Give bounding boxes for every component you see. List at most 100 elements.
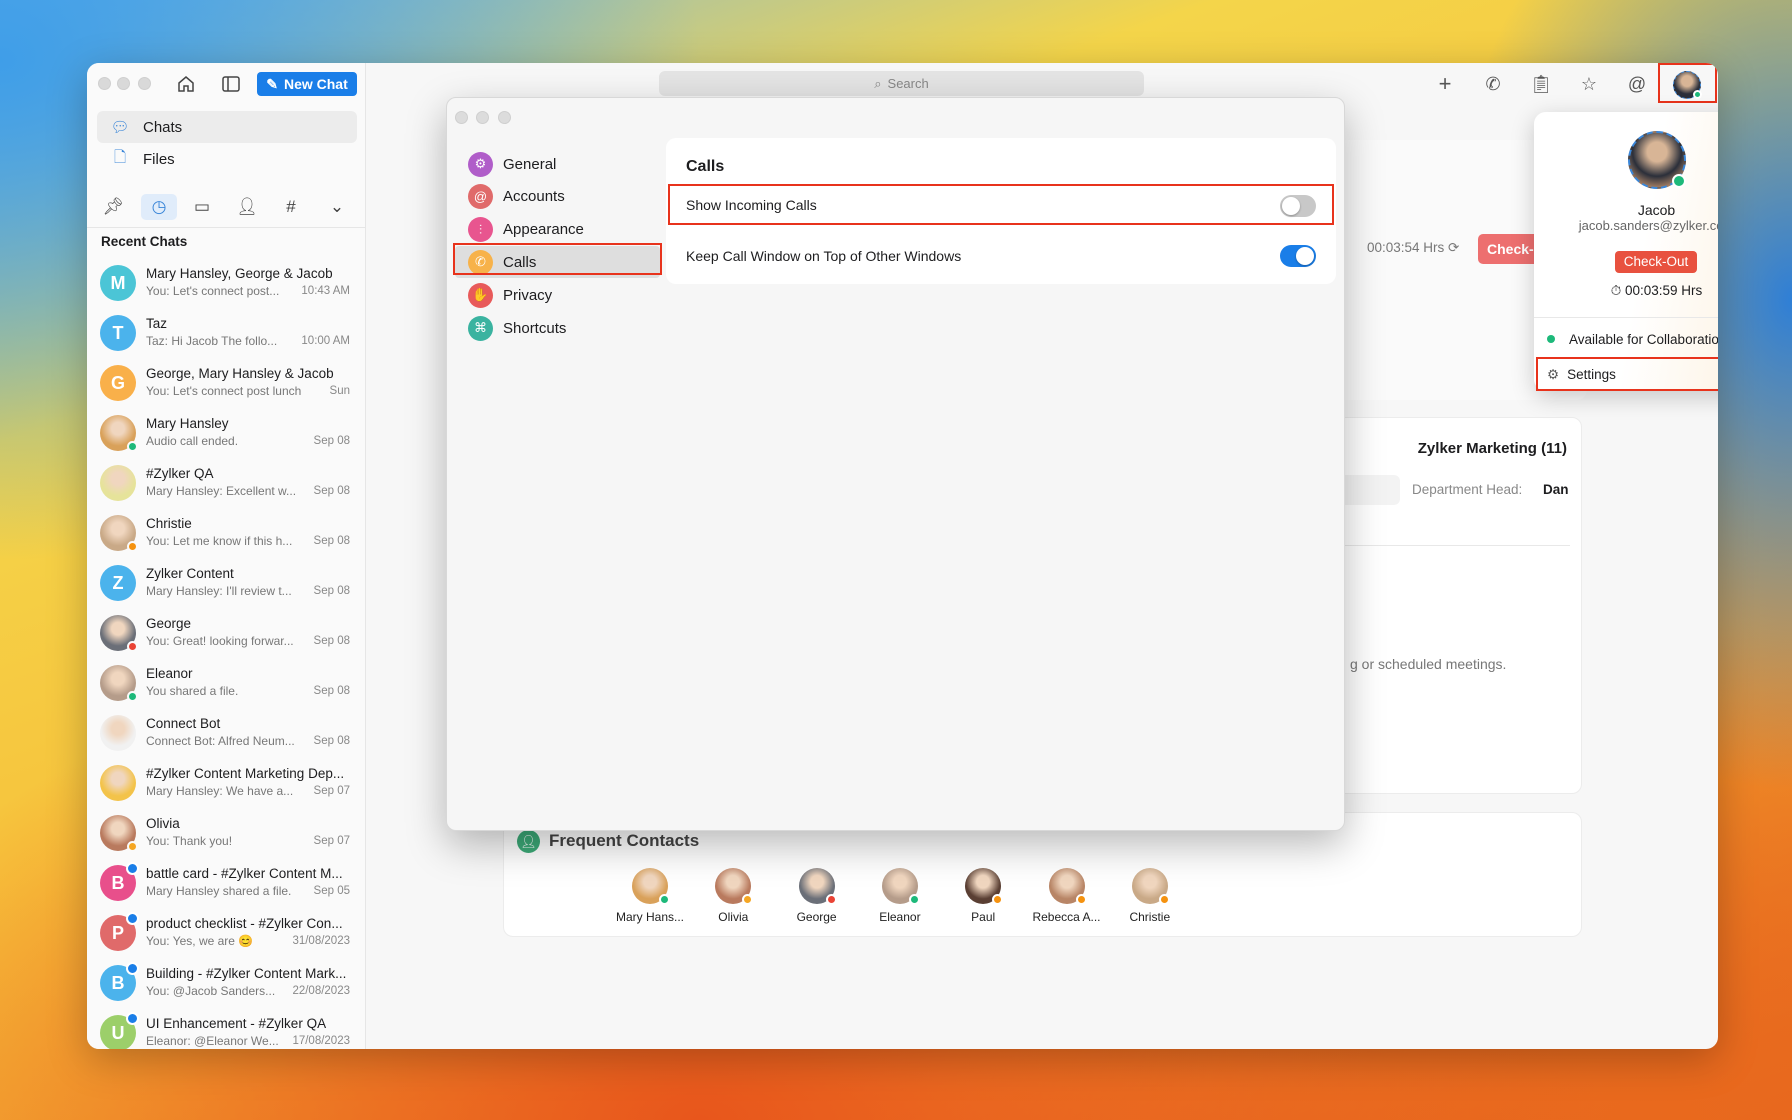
profile-check-out-button[interactable]: Check-Out (1615, 251, 1697, 273)
frequent-contact[interactable]: Rebecca A... (1022, 868, 1112, 924)
status-menu-item[interactable]: Available for Collaboration › (1534, 323, 1718, 355)
frequent-contact[interactable]: Christie (1105, 868, 1195, 924)
search-input[interactable]: ⌕ Search (659, 71, 1144, 96)
home-icon[interactable] (175, 73, 197, 95)
chat-list-item[interactable]: B Building - #Zylker Content Mark... You: … (87, 958, 366, 1008)
chat-list-item[interactable]: #Zylker QA Mary Hansley: Excellent w... Se… (87, 458, 366, 508)
chat-name: Building - #Zylker Content Mark... (146, 966, 347, 981)
settings-nav-label: General (503, 155, 557, 173)
chat-list-item[interactable]: Mary Hansley Audio call ended. Sep 08 (87, 408, 366, 458)
sidebar-toggle-icon[interactable] (220, 73, 242, 95)
chat-name: Olivia (146, 816, 180, 831)
chat-list-item[interactable]: G George, Mary Hansley & Jacob You: Let's … (87, 358, 366, 408)
settings-nav-general[interactable]: ⚙ General (455, 148, 660, 180)
search-placeholder: Search (887, 76, 929, 91)
chat-list-item[interactable]: M Mary Hansley, George & Jacob You: Let's … (87, 258, 366, 308)
chat-unread-icon[interactable]: ▭ (184, 194, 220, 220)
new-chat-button[interactable]: ✎ New Chat (257, 72, 357, 96)
status-dot (825, 894, 837, 905)
avatar (632, 868, 670, 905)
chat-time: Sep 08 (313, 485, 350, 497)
chat-name: Mary Hansley, George & Jacob (146, 266, 333, 281)
chat-time: Sun (329, 385, 350, 397)
chat-name: Zylker Content (146, 566, 234, 581)
status-dot (1075, 894, 1087, 905)
chat-preview: You: Thank you! (146, 834, 233, 848)
highlight-settings (1536, 357, 1718, 391)
star-icon[interactable]: ☆ (1578, 73, 1600, 95)
clipboard-clock-icon[interactable]: 📋︎ (1530, 73, 1553, 95)
chat-name: George, Mary Hansley & Jacob (146, 366, 334, 381)
sidebar-item-files[interactable]: 🗋 Files (97, 143, 357, 175)
clock-icon[interactable]: ◷ (141, 194, 177, 220)
more-chevron-icon[interactable]: ⌄ (319, 194, 355, 220)
frequent-contact[interactable]: Eleanor (855, 868, 945, 924)
chat-list-item[interactable]: #Zylker Content Marketing Dep... Mary Han… (87, 758, 366, 808)
chat-list-item[interactable]: Z Zylker Content Mary Hansley: I'll review… (87, 558, 366, 608)
chat-list-item[interactable]: T Taz Taz: Hi Jacob The follo... 10:00 AM (87, 308, 366, 358)
chat-list-item[interactable]: Connect Bot Connect Bot: Alfred Neum... Se… (87, 708, 366, 758)
chat-preview: Connect Bot: Alfred Neum... (146, 734, 295, 748)
settings-nav-label: Accounts (503, 188, 565, 206)
appearance-icon: ⫶ (468, 217, 493, 243)
avatar (1131, 868, 1170, 905)
chat-list-item[interactable]: Bbattle card - #Zylker Content M... Mary … (87, 858, 366, 908)
close-window-button[interactable] (98, 77, 111, 90)
sidebar-item-chats[interactable]: 💬︎ Chats (97, 111, 357, 143)
chat-preview: You shared a file. (146, 684, 239, 698)
chat-list-item[interactable]: U UI Enhancement - #Zylker QA Eleanor: @El… (87, 1008, 366, 1049)
settings-nav-shortcuts[interactable]: ⌘ Shortcuts (455, 312, 660, 344)
chat-list-item[interactable]: Olivia You: Thank you! Sep 07 (87, 808, 366, 858)
minimize-window-button[interactable] (476, 111, 489, 124)
avatar (715, 868, 754, 905)
avatar (100, 615, 138, 652)
keep-call-window-on-top-label: Keep Call Window on Top of Other Windows (686, 248, 962, 264)
attendance-timer: 00:03:54 Hrs ⟳ (1367, 240, 1460, 255)
chat-list-item[interactable]: Pproduct checklist - #Zylker Con... You: … (87, 908, 366, 958)
settings-nav-appearance[interactable]: ⫶ Appearance (455, 214, 660, 246)
zoom-window-button[interactable] (138, 77, 151, 90)
frequent-contact[interactable]: Paul (938, 868, 1028, 924)
chat-preview: You: Great! looking forwar... (146, 634, 294, 648)
settings-window: ⚙ General @ Accounts ⫶ Appearance ✆ Calls ✋ Priva… (446, 97, 1345, 831)
frequent-contact[interactable]: Olivia (688, 868, 778, 924)
chat-name: #Zylker Content Marketing Dep... (146, 766, 345, 781)
status-label: Available for Collaboration (1569, 331, 1718, 347)
contact-icon[interactable]: 👤︎ (229, 194, 265, 220)
status-dot (908, 894, 920, 905)
thread-badge-icon (126, 912, 139, 925)
avatar: T (100, 315, 136, 351)
frequent-contact[interactable]: Mary Hans... (605, 868, 695, 924)
close-window-button[interactable] (455, 111, 468, 124)
chat-preview: You: Let's connect post... (146, 284, 280, 298)
plus-icon[interactable]: + (1434, 71, 1456, 96)
settings-nav-label: Shortcuts (503, 319, 567, 337)
pin-icon[interactable]: 📌︎ (95, 194, 131, 220)
phone-icon[interactable]: ✆ (1482, 73, 1504, 95)
chat-time: 17/08/2023 (292, 1035, 350, 1047)
avatar (1048, 868, 1087, 905)
mention-icon[interactable]: @ (1626, 73, 1648, 95)
divider (1534, 317, 1718, 318)
chat-list-item[interactable]: George You: Great! looking forwar... Sep 0… (87, 608, 366, 658)
minimize-window-button[interactable] (117, 77, 130, 90)
contact-name: Eleanor (879, 910, 921, 924)
chat-list-item[interactable]: Christie You: Let me know if this h... Sep… (87, 508, 366, 558)
contact-name: Rebecca A... (1032, 910, 1101, 924)
divider (87, 227, 366, 228)
frequent-contact[interactable]: George (772, 868, 862, 924)
status-dot (127, 841, 138, 852)
keep-call-window-on-top-toggle[interactable] (1280, 245, 1316, 267)
status-dot (127, 541, 138, 552)
chat-name: #Zylker QA (146, 466, 214, 481)
search-icon: ⌕ (874, 75, 882, 91)
chat-list-item[interactable]: Eleanor You shared a file. Sep 08 (87, 658, 366, 708)
avatar (100, 665, 138, 702)
zoom-window-button[interactable] (498, 111, 511, 124)
channel-hash-icon[interactable]: # (273, 194, 309, 220)
chat-name: battle card - #Zylker Content M... (146, 866, 343, 881)
settings-nav-privacy[interactable]: ✋ Privacy (455, 279, 660, 311)
chat-time: Sep 05 (313, 885, 350, 897)
settings-nav-accounts[interactable]: @ Accounts (455, 181, 660, 213)
chat-time: Sep 08 (313, 735, 350, 747)
